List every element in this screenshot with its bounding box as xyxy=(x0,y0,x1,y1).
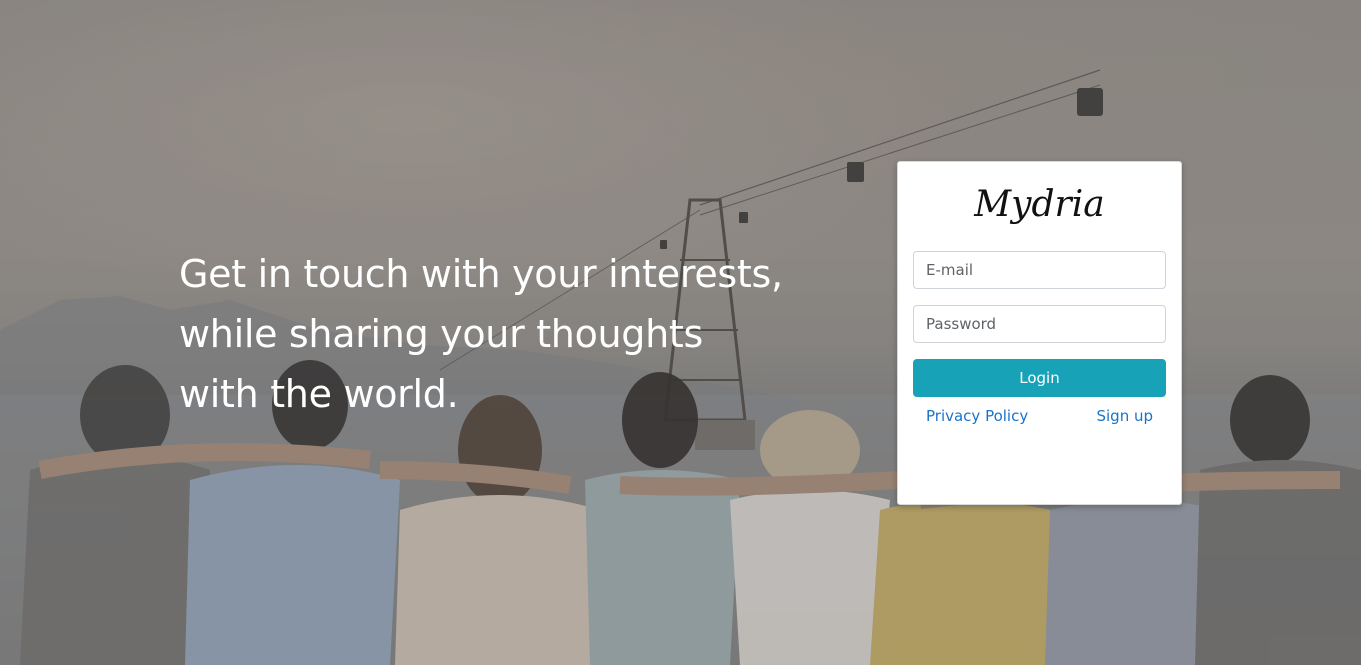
brand-logo: Mydria xyxy=(974,184,1105,225)
password-input[interactable] xyxy=(913,305,1166,343)
card-links: Privacy Policy Sign up xyxy=(913,407,1166,425)
email-input[interactable] xyxy=(913,251,1166,289)
sign-up-link[interactable]: Sign up xyxy=(1096,407,1153,425)
hero-headline: Get in touch with your interests, while … xyxy=(179,252,783,416)
login-card: Mydria Login Privacy Policy Sign up xyxy=(897,161,1182,505)
login-button[interactable]: Login xyxy=(913,359,1166,397)
privacy-policy-link[interactable]: Privacy Policy xyxy=(926,407,1028,425)
